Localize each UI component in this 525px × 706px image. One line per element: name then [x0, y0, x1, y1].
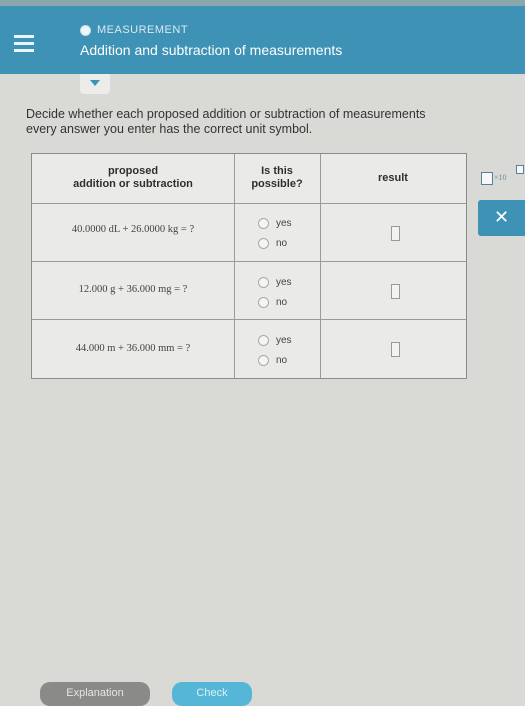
- radio-button[interactable]: [258, 218, 269, 229]
- row-divider: [32, 261, 466, 262]
- close-icon: ✕: [493, 207, 510, 227]
- row3-yes-option[interactable]: yes: [258, 335, 292, 346]
- header-proposed-line2: addition or subtraction: [73, 178, 193, 190]
- clear-button[interactable]: ✕: [478, 200, 525, 236]
- row3-no-option[interactable]: no: [258, 355, 287, 366]
- sci-notation-label: ×10: [494, 173, 507, 182]
- row-divider: [32, 203, 466, 204]
- row1-expression: 40.0000 dL + 26.0000 kg = ?: [71, 224, 195, 235]
- radio-button[interactable]: [258, 238, 269, 249]
- question-text: Decide whether each proposed addition or…: [26, 107, 525, 137]
- check-button[interactable]: Check: [172, 682, 252, 706]
- header-result: result: [378, 172, 408, 184]
- row3-expression: 44.000 m + 36.000 mm = ?: [75, 343, 191, 354]
- row1-yes-label: yes: [276, 218, 292, 229]
- column-divider: [320, 154, 321, 378]
- question-line-1: Decide whether each proposed addition or…: [26, 107, 426, 121]
- header-proposed: proposed addition or subtraction: [32, 165, 234, 191]
- menu-icon[interactable]: [10, 30, 38, 58]
- radio-button[interactable]: [258, 335, 269, 346]
- row1-yes-option[interactable]: yes: [258, 218, 292, 229]
- page-title: Addition and subtraction of measurements: [80, 42, 343, 58]
- row2-result-input[interactable]: [391, 284, 400, 299]
- row2-yes-label: yes: [276, 277, 292, 288]
- row2-yes-option[interactable]: yes: [258, 277, 292, 288]
- row2-expression: 12.000 g + 36.000 mg = ?: [78, 284, 188, 295]
- header-possible: Is this possible?: [234, 165, 320, 191]
- row2-no-option[interactable]: no: [258, 297, 287, 308]
- row1-result-input[interactable]: [391, 226, 400, 241]
- sci-base-box: [481, 172, 493, 185]
- radio-button[interactable]: [258, 277, 269, 288]
- topic-label: MEASUREMENT: [80, 24, 188, 36]
- row3-yes-label: yes: [276, 335, 292, 346]
- chevron-down-icon: [90, 80, 100, 86]
- header-possible-line1: Is this: [261, 165, 293, 177]
- explanation-button[interactable]: Explanation: [40, 682, 150, 706]
- row1-no-option[interactable]: no: [258, 238, 287, 249]
- row1-no-label: no: [276, 238, 288, 249]
- row3-no-label: no: [276, 355, 288, 366]
- app-header: MEASUREMENT Addition and subtraction of …: [0, 6, 525, 74]
- radio-button[interactable]: [258, 297, 269, 308]
- header-possible-line2: possible?: [251, 178, 303, 190]
- header-proposed-line1: proposed: [107, 165, 159, 177]
- question-line-2: every answer you enter has the correct u…: [26, 122, 313, 136]
- row-divider: [32, 319, 466, 320]
- row3-result-input[interactable]: [391, 342, 400, 357]
- sci-exponent-box: [516, 165, 524, 174]
- topic-dot-icon: [80, 24, 91, 36]
- measurement-table: proposed addition or subtraction Is this…: [31, 153, 467, 379]
- row2-no-label: no: [276, 297, 288, 308]
- topic-text: MEASUREMENT: [97, 24, 189, 36]
- radio-button[interactable]: [258, 355, 269, 366]
- scientific-notation-button[interactable]: ×10: [477, 165, 525, 193]
- collapse-button[interactable]: [80, 74, 110, 94]
